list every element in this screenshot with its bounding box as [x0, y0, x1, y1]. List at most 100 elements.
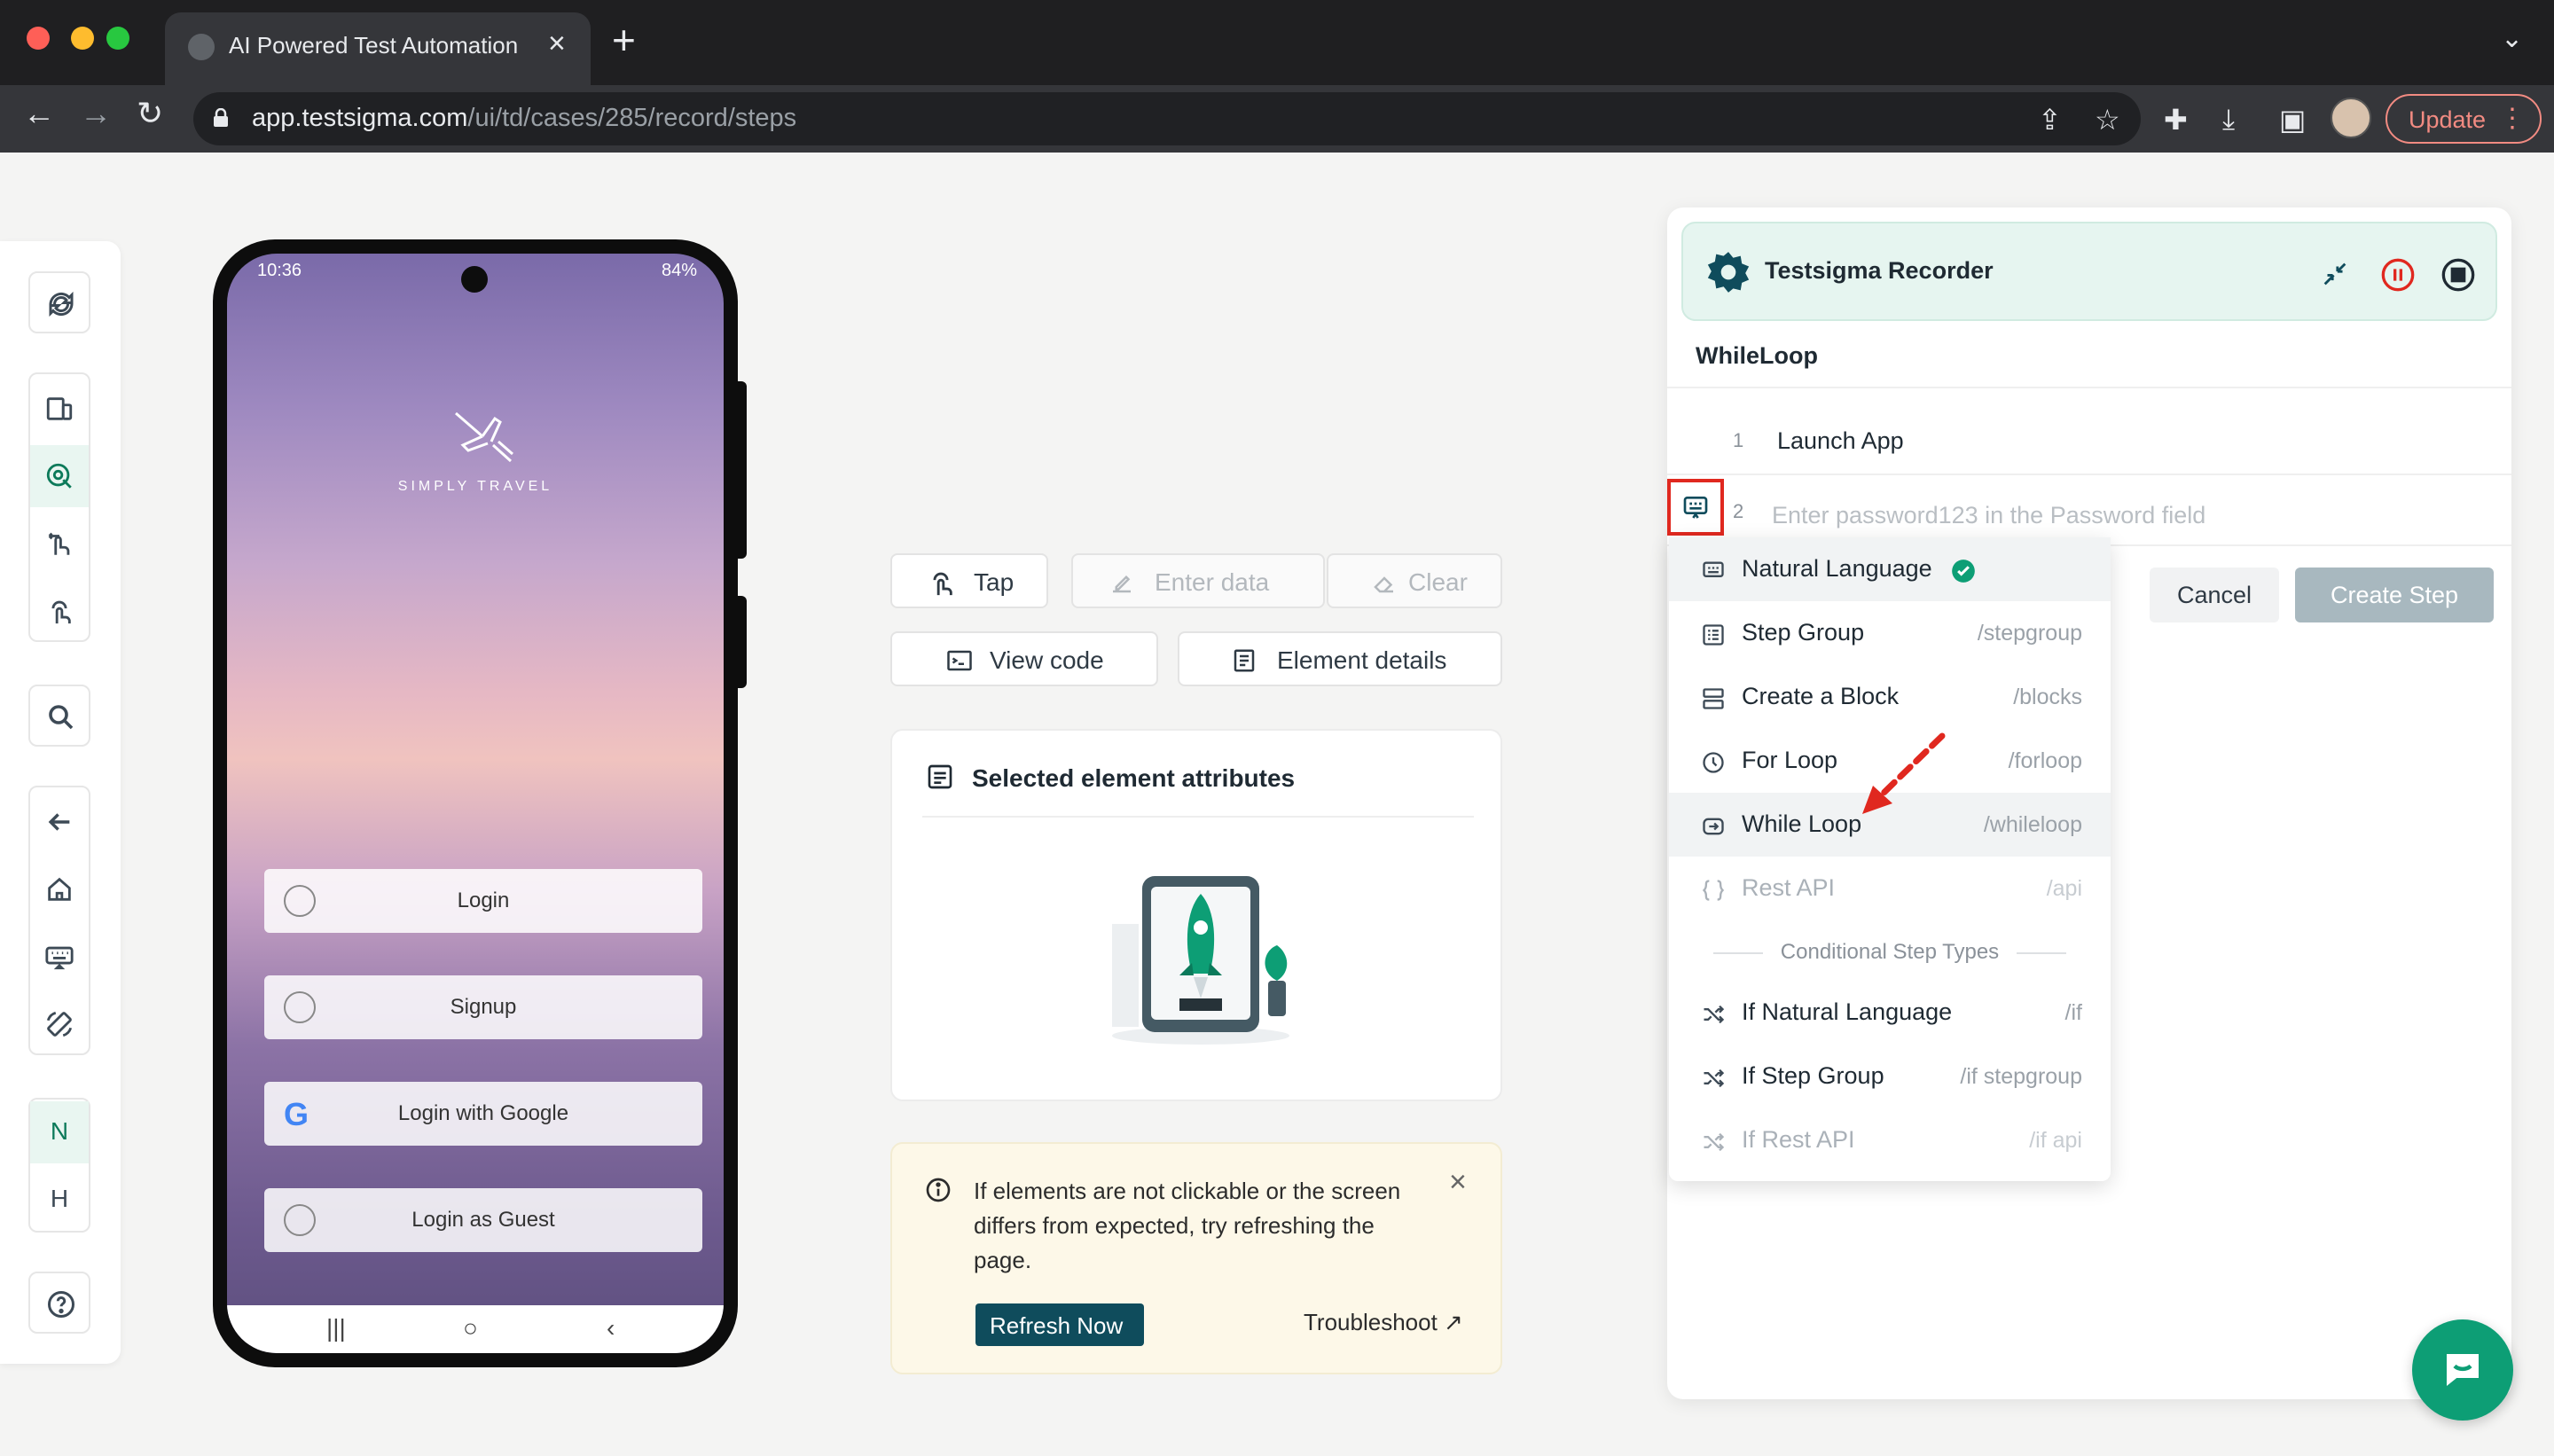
document-details-icon: [1234, 649, 1255, 672]
for-loop-icon: [1703, 752, 1724, 773]
dropdown-item-if-natural-language[interactable]: If Natural Language /if: [1669, 981, 2111, 1045]
home-circle-icon[interactable]: ○: [463, 1314, 478, 1342]
minimize-window-button[interactable]: [71, 27, 94, 50]
enter-data-action-button[interactable]: Enter data: [1071, 553, 1325, 608]
rail-item-h[interactable]: H: [30, 1185, 89, 1213]
api-braces-icon: [1702, 880, 1725, 901]
cancel-button[interactable]: Cancel: [2150, 568, 2279, 622]
dropdown-item-if-step-group[interactable]: If Step Group /if stepgroup: [1669, 1045, 2111, 1108]
app-google-login-label: Login with Google: [397, 1101, 569, 1125]
download-icon[interactable]: ⤓: [2222, 103, 2235, 137]
dropdown-item-natural-language[interactable]: Natural Language: [1669, 537, 2111, 601]
new-step-input[interactable]: [1770, 493, 2497, 537]
pause-recording-icon[interactable]: [2380, 257, 2416, 293]
help-button[interactable]: [28, 1272, 90, 1334]
refresh-info-banner: If elements are not clickable or the scr…: [890, 1142, 1502, 1374]
dropdown-item-label: For Loop: [1742, 747, 1838, 773]
app-signup-button[interactable]: Signup: [264, 975, 702, 1039]
attributes-divider: [922, 816, 1474, 818]
attributes-list-icon: [928, 764, 952, 789]
pen-icon: [1113, 575, 1131, 593]
tab-search-chevron-icon[interactable]: ⌄: [2501, 23, 2523, 54]
maximize-window-button[interactable]: [106, 27, 129, 50]
enter-data-label: Enter data: [1155, 568, 1270, 596]
share-icon[interactable]: ⇪: [2038, 103, 2062, 137]
natural-language-icon: [1683, 497, 1708, 519]
kebab-menu-icon[interactable]: ⋮: [2499, 103, 2526, 134]
collapse-icon[interactable]: [2320, 259, 2350, 289]
url-text: app.testsigma.com/ui/td/cases/285/record…: [252, 104, 796, 133]
shuffle-icon: [1704, 1069, 1725, 1088]
dropdown-item-shortcut: /blocks: [2013, 685, 2082, 709]
address-bar[interactable]: app.testsigma.com/ui/td/cases/285/record…: [193, 92, 2141, 145]
refresh-now-button[interactable]: Refresh Now: [975, 1303, 1144, 1346]
dropdown-item-rest-api[interactable]: Rest API /api: [1669, 857, 2111, 920]
extensions-puzzle-icon[interactable]: ✚: [2164, 103, 2188, 137]
while-loop-icon: [1703, 818, 1724, 835]
tap-gesture-icon: [51, 600, 71, 624]
device-home-button[interactable]: [30, 858, 89, 920]
airplane-logo-icon: [455, 411, 513, 463]
dropdown-item-shortcut: /forloop: [2008, 748, 2082, 773]
annotation-arrow: [1862, 732, 1946, 814]
target-cursor-icon: [46, 463, 72, 489]
url-host: app.testsigma.com: [252, 104, 468, 132]
element-details-button[interactable]: Element details: [1178, 631, 1502, 686]
recent-apps-icon[interactable]: |||: [326, 1314, 346, 1342]
app-guest-login-button[interactable]: Login as Guest: [264, 1188, 702, 1252]
tap-gesture-icon: [933, 572, 952, 596]
troubleshoot-link[interactable]: Troubleshoot ↗: [1304, 1309, 1463, 1336]
help-circle-icon: [48, 1291, 74, 1318]
dropdown-item-if-rest-api[interactable]: If Rest API /if api: [1669, 1108, 2111, 1172]
profile-avatar[interactable]: [2331, 98, 2371, 138]
tap-action-button[interactable]: Tap: [890, 553, 1048, 608]
rail-item-n[interactable]: N: [30, 1101, 89, 1163]
app-google-login-button[interactable]: G Login with Google: [264, 1082, 702, 1146]
view-code-button[interactable]: View code: [890, 631, 1158, 686]
tap-mode-button[interactable]: [30, 580, 89, 642]
device-screen[interactable]: 10:36 84% SIMPLY TRAVEL Login Signup G L…: [227, 254, 724, 1353]
testsigma-logo-icon: [1707, 252, 1750, 293]
back-arrow-icon: [48, 813, 70, 831]
dropdown-item-shortcut: /if api: [2029, 1128, 2082, 1153]
inspect-mode-button[interactable]: [30, 445, 89, 507]
device-switch-button[interactable]: [30, 378, 89, 440]
create-step-button[interactable]: Create Step: [2295, 568, 2494, 622]
new-tab-button[interactable]: +: [612, 20, 636, 60]
rocket-tablet-illustration: [1112, 876, 1289, 1045]
browser-tab[interactable]: AI Powered Test Automation Pl ×: [165, 12, 591, 85]
block-icon: [1703, 688, 1724, 709]
device-keyboard-button[interactable]: [30, 926, 89, 988]
troubleshoot-label: Troubleshoot: [1304, 1309, 1438, 1335]
dropdown-item-create-block[interactable]: Create a Block /blocks: [1669, 665, 2111, 729]
stop-recording-icon[interactable]: [2440, 257, 2476, 293]
close-window-button[interactable]: [27, 27, 50, 50]
dropdown-item-label: If Rest API: [1742, 1126, 1855, 1153]
phone-back-icon[interactable]: ‹: [607, 1314, 615, 1342]
chat-support-button[interactable]: [2412, 1319, 2513, 1421]
swipe-mode-button[interactable]: [30, 513, 89, 575]
forward-arrow-icon[interactable]: →: [80, 98, 112, 129]
app-login-button[interactable]: Login: [264, 869, 702, 933]
reload-icon[interactable]: ↻: [137, 98, 163, 129]
natural-language-icon: [1703, 561, 1724, 577]
device-nav-group: [28, 786, 90, 1055]
search-icon: [49, 705, 74, 730]
side-panel-icon[interactable]: ▣: [2279, 103, 2306, 137]
bookmark-star-icon[interactable]: ☆: [2095, 103, 2120, 137]
clear-action-button[interactable]: Clear: [1327, 553, 1502, 608]
device-rotate-button[interactable]: [30, 993, 89, 1055]
close-icon[interactable]: ×: [1449, 1165, 1467, 1200]
search-element-button[interactable]: [28, 685, 90, 747]
dropdown-item-step-group[interactable]: Step Group /stepgroup: [1669, 601, 2111, 665]
back-arrow-icon[interactable]: ←: [23, 98, 55, 129]
step-number: 2: [1733, 500, 1744, 522]
device-back-button[interactable]: [30, 791, 89, 853]
step-text[interactable]: Launch App: [1777, 427, 1904, 455]
update-button[interactable]: Update ⋮: [2386, 94, 2542, 144]
tab-close-icon[interactable]: ×: [548, 27, 566, 61]
clear-label: Clear: [1408, 568, 1468, 596]
dropdown-item-label: Step Group: [1742, 619, 1865, 646]
refresh-device-button[interactable]: [28, 271, 90, 333]
step-type-toggle-button[interactable]: [1667, 479, 1724, 536]
